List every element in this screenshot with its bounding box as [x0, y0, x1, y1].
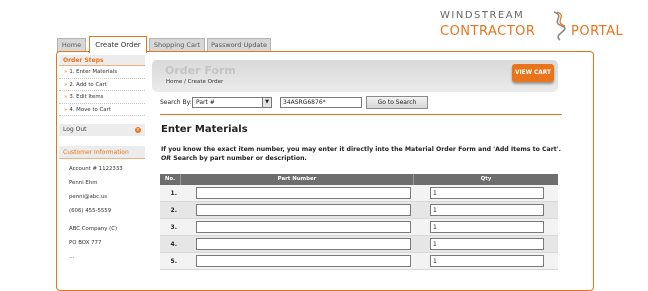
- breadcrumb: Home / Create Order: [166, 79, 224, 85]
- col-qty: Qty: [480, 176, 492, 182]
- table-row: 4. 1: [160, 236, 558, 253]
- go-to-search-button[interactable]: Go to Search: [366, 96, 428, 109]
- customer-name: Penni Ehm: [69, 180, 98, 187]
- tab-shopping-cart[interactable]: Shopping Cart: [149, 38, 205, 52]
- tab-home[interactable]: Home: [57, 38, 86, 52]
- materials-table: No. Part Number Qty 1. 1 2. 1 3. 1 4. 1 …: [160, 174, 558, 270]
- qty-input[interactable]: 1: [430, 187, 544, 199]
- qty-input[interactable]: 1: [430, 221, 544, 233]
- sidebar-step-enter-materials[interactable]: » 1. Enter Materials: [59, 66, 145, 79]
- step-label: 4. Move to Cart: [69, 106, 111, 113]
- step-label: 2. Add to Cart: [69, 81, 107, 88]
- windstream-logo: WINDSTREAM CONTRACTOR PORTAL: [440, 10, 623, 42]
- chevron-down-icon: ▼: [262, 98, 271, 107]
- arrow-right-icon: »: [64, 106, 68, 113]
- sidebar: Order Steps » 1. Enter Materials » 2. Add …: [59, 55, 145, 285]
- tab-create-order[interactable]: Create Order: [89, 36, 147, 53]
- logo-swirl-icon: [553, 11, 566, 41]
- search-by-label: Search By:: [160, 99, 192, 106]
- part-number-input[interactable]: [196, 221, 411, 233]
- divider: [160, 114, 562, 115]
- instructions-or: OR: [161, 155, 172, 162]
- arrow-right-icon: »: [64, 94, 68, 101]
- part-number-input[interactable]: [196, 255, 411, 267]
- sidebar-step-edit-items[interactable]: » 3. Edit Items: [59, 91, 145, 104]
- sidebar-step-add-to-cart[interactable]: » 2. Add to Cart: [59, 79, 145, 92]
- customer-po-box: PO BOX 777: [69, 240, 102, 247]
- step-label: 1. Enter Materials: [69, 69, 118, 75]
- logout-label: Log Out: [63, 126, 87, 134]
- row-number: 2.: [170, 206, 177, 214]
- order-form-banner: Order Form Home / Create Order: [152, 60, 558, 92]
- table-row: 2. 1: [160, 202, 558, 219]
- qty-input[interactable]: 1: [430, 204, 544, 216]
- customer-extra: ...: [69, 254, 75, 261]
- instructions-line-2: Search by part number or description.: [173, 155, 307, 162]
- customer-email: penni@abc.us: [69, 194, 108, 201]
- customer-company: ABC Company (C): [69, 226, 118, 233]
- customer-info-title: Customer Information: [59, 146, 145, 160]
- qty-input[interactable]: 1: [430, 255, 544, 267]
- table-header: No. Part Number Qty: [160, 174, 558, 185]
- table-row: 1. 1: [160, 185, 558, 202]
- part-number-input[interactable]: [196, 238, 411, 250]
- instructions: If you know the exact item number, you m…: [161, 145, 581, 163]
- arrow-right-icon: »: [64, 69, 68, 75]
- customer-phone: (606) 455-5559: [69, 208, 112, 215]
- part-number-input[interactable]: [196, 204, 411, 216]
- qty-input[interactable]: 1: [430, 238, 544, 250]
- close-icon: ×: [135, 127, 141, 134]
- row-number: 5.: [170, 257, 177, 265]
- logo-line-3: PORTAL: [571, 24, 624, 39]
- col-part-number: Part Number: [181, 174, 414, 185]
- row-number: 1.: [170, 189, 177, 197]
- row-number: 3.: [170, 223, 177, 231]
- table-body: 1. 1 2. 1 3. 1 4. 1 5. 1: [160, 185, 558, 270]
- select-value: Part #: [196, 99, 215, 106]
- logo-line-2: CONTRACTOR: [440, 24, 536, 39]
- tab-password-update[interactable]: Password Update: [207, 38, 271, 52]
- table-row: 3. 1: [160, 219, 558, 236]
- search-input[interactable]: 34ASRG6876*: [280, 97, 362, 108]
- col-no: No.: [160, 174, 181, 185]
- table-row: 5. 1: [160, 253, 558, 270]
- order-steps-title: Order Steps: [59, 55, 145, 66]
- logout-button[interactable]: Log Out ×: [59, 124, 145, 137]
- arrow-right-icon: »: [64, 81, 68, 88]
- instructions-line-1: If you know the exact item number, you m…: [161, 146, 561, 153]
- view-cart-button[interactable]: VIEW CART: [512, 64, 554, 82]
- search-by-select[interactable]: Part # ▼: [192, 97, 272, 108]
- row-number: 4.: [170, 240, 177, 248]
- part-number-input[interactable]: [196, 187, 411, 199]
- page-title: Order Form: [165, 64, 236, 77]
- logo-line-1: WINDSTREAM: [440, 10, 525, 21]
- customer-account: Account # 1122333: [69, 166, 123, 173]
- sidebar-step-move-to-cart[interactable]: » 4. Move to Cart: [59, 104, 145, 117]
- section-heading: Enter Materials: [161, 124, 248, 135]
- step-label: 3. Edit Items: [69, 94, 104, 101]
